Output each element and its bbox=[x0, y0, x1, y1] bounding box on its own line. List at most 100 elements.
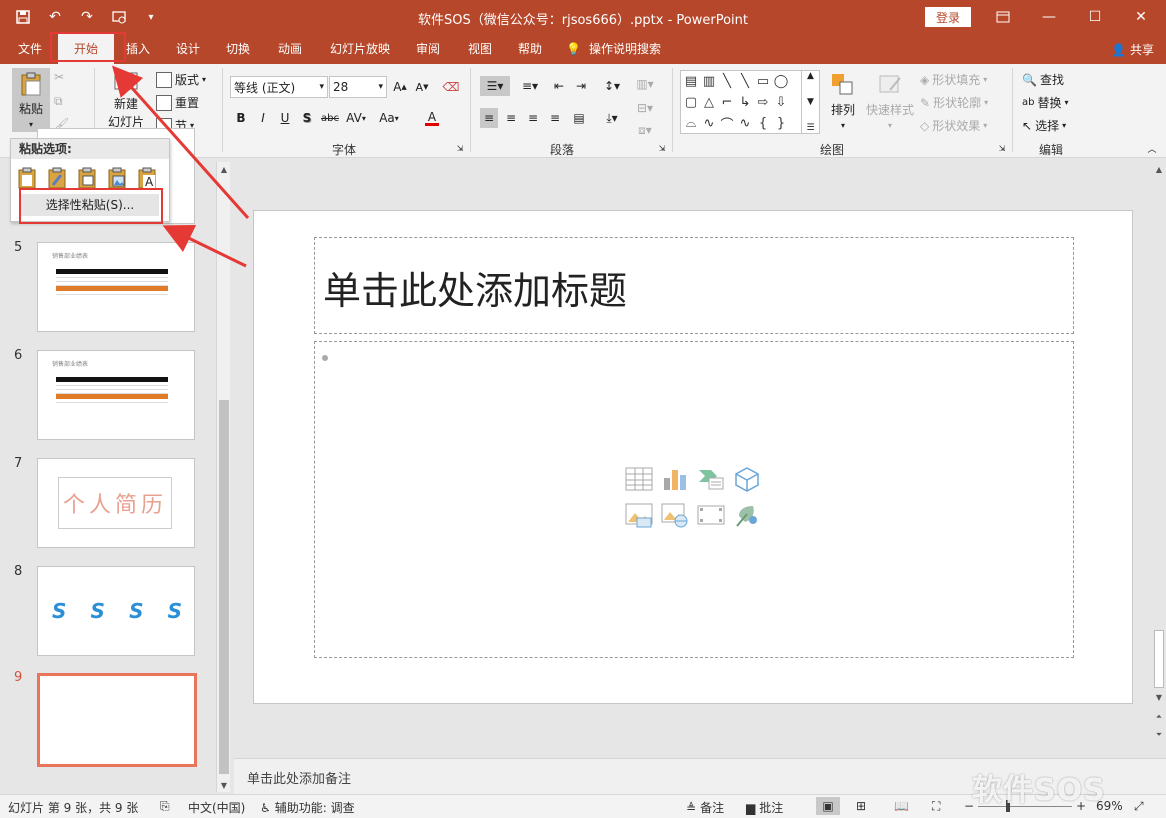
elbow-arrow-shape-icon[interactable]: ↳ bbox=[737, 94, 753, 110]
align-center-icon[interactable]: ≡ bbox=[502, 108, 520, 128]
align-left-icon[interactable]: ≡ bbox=[480, 108, 498, 128]
new-slide-button[interactable]: 新建 幻灯片 bbox=[102, 70, 150, 130]
content-placeholder[interactable] bbox=[314, 341, 1074, 658]
insert-online-picture-icon[interactable] bbox=[661, 502, 689, 528]
insert-video-icon[interactable] bbox=[697, 502, 725, 528]
strikethrough-button[interactable]: abc bbox=[318, 108, 342, 128]
vertical-textbox-shape-icon[interactable]: ▥ bbox=[701, 73, 717, 89]
notes-toggle-button[interactable]: ≜ 备注 bbox=[686, 799, 724, 816]
replace-button[interactable]: ab 替换 ▾ bbox=[1022, 94, 1069, 111]
copy-icon[interactable]: ⧉ bbox=[54, 94, 63, 109]
right-arrow-shape-icon[interactable]: ⇨ bbox=[755, 94, 771, 110]
triangle-shape-icon[interactable]: △ bbox=[701, 94, 717, 110]
previous-slide-icon[interactable]: ⏶ bbox=[1152, 710, 1166, 724]
tab-file[interactable]: 文件 bbox=[8, 34, 52, 64]
slide-thumbnail-8[interactable]: S S S S bbox=[37, 566, 195, 656]
tab-transitions[interactable]: 切换 bbox=[216, 34, 260, 64]
login-button[interactable]: 登录 bbox=[925, 7, 971, 27]
decrease-indent-icon[interactable]: ⇤ bbox=[550, 76, 568, 96]
shadow-button[interactable]: S bbox=[298, 108, 316, 128]
insert-smartart-icon[interactable] bbox=[697, 466, 725, 492]
close-icon[interactable]: ✕ bbox=[1118, 0, 1164, 34]
font-size-combo[interactable]: 28 ▾ bbox=[329, 76, 387, 98]
select-button[interactable]: ↖ 选择 ▾ bbox=[1022, 117, 1066, 134]
tell-me-search[interactable]: 💡 操作说明搜索 bbox=[566, 34, 676, 64]
tab-view[interactable]: 视图 bbox=[458, 34, 502, 64]
maximize-icon[interactable]: ☐ bbox=[1072, 0, 1118, 34]
rounded-rect-shape-icon[interactable]: ▢ bbox=[683, 94, 699, 110]
fit-to-window-icon[interactable]: ⤢ bbox=[1134, 799, 1144, 814]
insert-table-icon[interactable] bbox=[625, 466, 653, 492]
slide-sorter-icon[interactable]: ⊞ bbox=[856, 799, 866, 813]
distributed-icon[interactable]: ▤ bbox=[570, 108, 588, 128]
align-right-icon[interactable]: ≡ bbox=[524, 108, 542, 128]
insert-3d-model-icon[interactable] bbox=[733, 466, 761, 492]
reading-view-icon[interactable]: 📖 bbox=[894, 799, 909, 813]
character-spacing-button[interactable]: AV ▾ bbox=[343, 108, 369, 128]
insert-picture-icon[interactable] bbox=[625, 502, 653, 528]
layout-button[interactable]: 版式 ▾ bbox=[156, 71, 206, 88]
bold-button[interactable]: B bbox=[232, 108, 250, 128]
slide-thumbnail-5[interactable]: 销售部业绩表 bbox=[37, 242, 195, 332]
shapes-gallery[interactable]: ▤ ▥ ╲ ╲ ▭ ◯ ▢ △ ⌐ ↳ ⇨ ⇩ ⌓ ∿ ⌒ ∿ { } ▲ ▼ ☰ bbox=[680, 70, 820, 134]
spellcheck-icon[interactable]: ⎘ bbox=[160, 799, 170, 814]
title-placeholder[interactable]: 单击此处添加标题 bbox=[314, 237, 1074, 334]
wave-shape-icon[interactable]: ∿ bbox=[737, 115, 753, 131]
find-button[interactable]: 🔍 查找 bbox=[1022, 71, 1064, 88]
editor-scrollbar[interactable]: ▲ ▼ bbox=[1152, 162, 1166, 706]
justify-icon[interactable]: ≡ bbox=[546, 108, 564, 128]
curve-shape-icon[interactable]: ∿ bbox=[701, 115, 717, 131]
freeform-shape-icon[interactable]: ⌓ bbox=[683, 115, 699, 131]
tab-slideshow[interactable]: 幻灯片放映 bbox=[322, 34, 398, 64]
slide-thumbnail-9[interactable] bbox=[37, 673, 197, 767]
font-name-combo[interactable]: 等线 (正文) ▾ bbox=[230, 76, 328, 98]
scroll-down-icon[interactable]: ▼ bbox=[217, 778, 231, 792]
slide-thumbnail-7[interactable]: 个人简历 bbox=[37, 458, 195, 548]
bullets-button[interactable]: ☰▾ bbox=[480, 76, 510, 96]
language-indicator[interactable]: 中文(中国) bbox=[188, 799, 245, 816]
line-shape-icon[interactable]: ╲ bbox=[719, 73, 735, 89]
italic-button[interactable]: I bbox=[254, 108, 272, 128]
tab-design[interactable]: 设计 bbox=[166, 34, 210, 64]
arc-shape-icon[interactable]: ⌒ bbox=[719, 115, 735, 133]
increase-font-icon[interactable]: A ▲ bbox=[391, 77, 409, 97]
shape-fill-button[interactable]: ◈ 形状填充 ▾ bbox=[920, 71, 987, 88]
arrange-button[interactable]: 排列 ▾ bbox=[826, 72, 860, 130]
quick-styles-button[interactable]: 快速样式 ▾ bbox=[864, 72, 916, 130]
current-slide[interactable]: 单击此处添加标题 bbox=[253, 210, 1133, 704]
oval-shape-icon[interactable]: ◯ bbox=[773, 73, 789, 89]
text-direction-button[interactable]: ⤓▾ bbox=[598, 108, 626, 128]
shapes-gallery-scroll[interactable]: ▲ ▼ ☰ bbox=[801, 71, 819, 133]
textbox-shape-icon[interactable]: ▤ bbox=[683, 73, 699, 89]
slide-thumbnail-6[interactable]: 销售部业绩表 bbox=[37, 350, 195, 440]
scroll-down-icon[interactable]: ▼ bbox=[1152, 690, 1166, 704]
minimize-icon[interactable]: — bbox=[1026, 0, 1072, 34]
tab-review[interactable]: 审阅 bbox=[406, 34, 450, 64]
normal-view-icon[interactable]: ▣ bbox=[816, 797, 840, 815]
elbow-connector-shape-icon[interactable]: ⌐ bbox=[719, 94, 735, 110]
font-dialog-launcher-icon[interactable]: ⇲ bbox=[454, 142, 466, 154]
paste-button[interactable]: 粘贴 ▾ bbox=[12, 68, 50, 132]
clear-formatting-icon[interactable]: ⌫ bbox=[442, 77, 460, 97]
underline-button[interactable]: U bbox=[276, 108, 294, 128]
font-color-button[interactable]: A bbox=[418, 108, 446, 128]
scroll-thumb[interactable] bbox=[219, 400, 229, 774]
smartart-button[interactable]: ⧈▾ bbox=[632, 120, 658, 140]
accessibility-status[interactable]: ♿ 辅助功能: 调查 bbox=[260, 799, 355, 816]
align-text-button[interactable]: ⊟▾ bbox=[632, 98, 658, 118]
insert-chart-icon[interactable] bbox=[661, 466, 689, 492]
collapse-ribbon-icon[interactable]: ︿ bbox=[1146, 142, 1158, 155]
reset-button[interactable]: 重置 bbox=[156, 94, 199, 111]
tab-animations[interactable]: 动画 bbox=[266, 34, 314, 64]
cut-icon[interactable]: ✂ bbox=[54, 70, 64, 84]
insert-icons-icon[interactable] bbox=[733, 502, 761, 528]
decrease-font-icon[interactable]: A ▼ bbox=[413, 77, 431, 97]
next-slide-icon[interactable]: ⏷ bbox=[1152, 728, 1166, 742]
scroll-thumb[interactable] bbox=[1154, 630, 1164, 688]
change-case-button[interactable]: Aa ▾ bbox=[374, 108, 404, 128]
slideshow-view-icon[interactable]: ⛶ bbox=[932, 799, 940, 814]
increase-indent-icon[interactable]: ⇥ bbox=[572, 76, 590, 96]
line-shape-2-icon[interactable]: ╲ bbox=[737, 73, 753, 89]
left-brace-shape-icon[interactable]: { bbox=[755, 115, 771, 131]
right-brace-shape-icon[interactable]: } bbox=[773, 115, 789, 131]
